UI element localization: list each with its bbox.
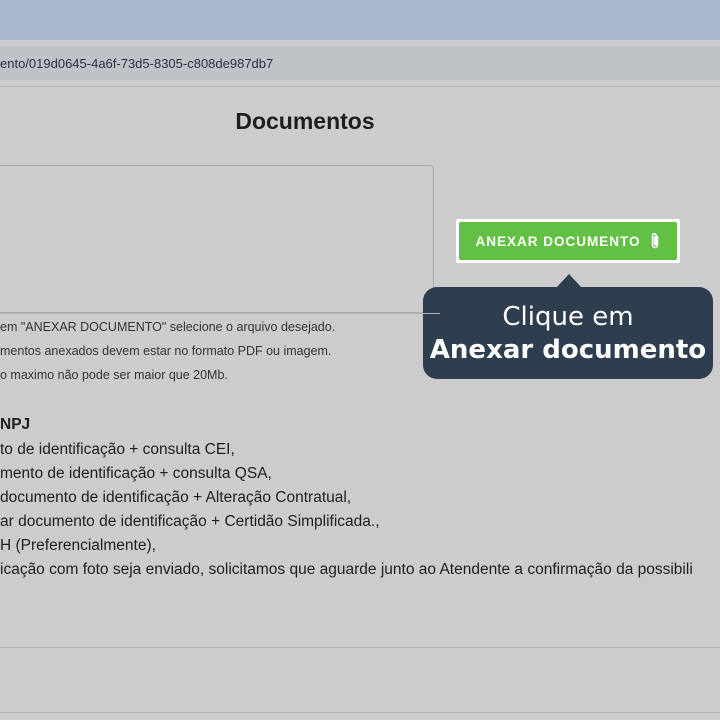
page-title: Documentos	[235, 108, 375, 134]
content-divider	[0, 647, 720, 648]
document-dropzone[interactable]	[0, 165, 434, 313]
attach-button-label: ANEXAR DOCUMENTO	[475, 233, 641, 249]
requirement-item: H (Preferencialmente),	[0, 537, 156, 554]
attach-button-highlight: ANEXAR DOCUMENTO	[456, 219, 680, 263]
paperclip-icon	[649, 232, 661, 250]
upload-note: o maximo não pode ser maior que 20Mb.	[0, 368, 228, 382]
requirements-title: NPJ	[0, 416, 31, 433]
attach-document-button[interactable]: ANEXAR DOCUMENTO	[459, 222, 677, 260]
tooltip-line-2: Anexar documento	[429, 335, 707, 365]
header-divider	[0, 86, 720, 87]
url-text[interactable]: ento/019d0645-4a6f-73d5-8305-c808de987db…	[0, 56, 273, 71]
instruction-tooltip: Clique em Anexar documento	[423, 274, 713, 379]
address-bar[interactable]: ento/019d0645-4a6f-73d5-8305-c808de987db…	[0, 46, 720, 80]
requirement-item: ar documento de identificação + Certidão…	[0, 513, 380, 530]
upload-note: mentos anexados devem estar no formato P…	[0, 344, 332, 358]
browser-top-band	[0, 0, 720, 40]
tooltip-line-1: Clique em	[502, 302, 634, 332]
requirement-item: mento de identificação + consulta QSA,	[0, 465, 272, 482]
requirement-item: to de identificação + consulta CEI,	[0, 441, 235, 458]
upload-note: em "ANEXAR DOCUMENTO" selecione o arquiv…	[0, 320, 336, 334]
footer-divider	[0, 712, 720, 713]
requirement-item: documento de identificação + Alteração C…	[0, 489, 352, 506]
requirement-item: icação com foto seja enviado, solicitamo…	[0, 561, 693, 578]
dropzone-bottom-divider	[0, 313, 440, 314]
